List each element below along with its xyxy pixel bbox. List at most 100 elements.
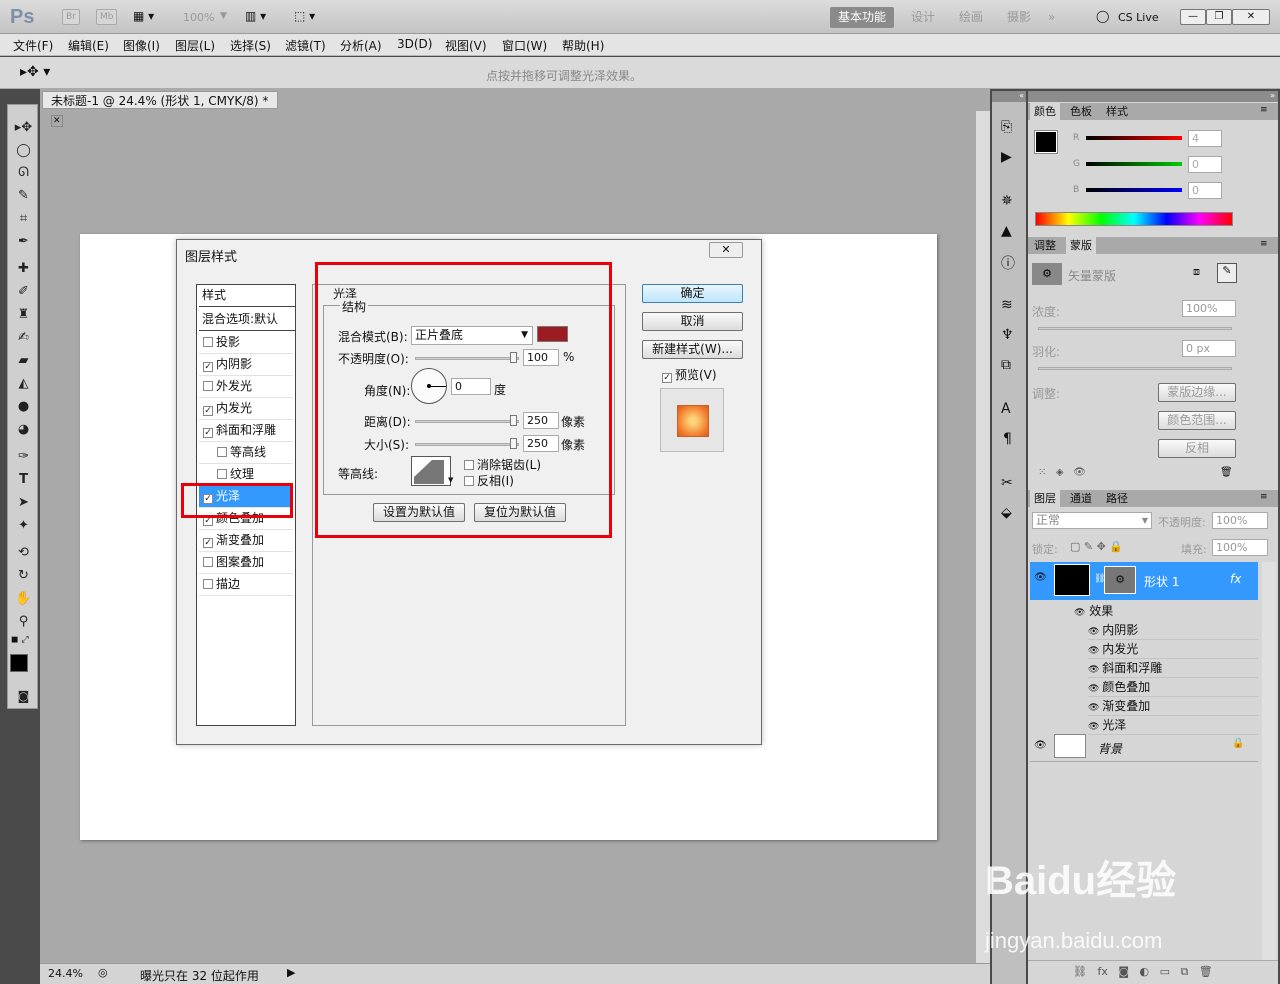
history-brush-icon[interactable]: ✍ [8,327,39,349]
menu-analysis[interactable]: 分析(A) [340,37,382,54]
brush-presets-icon[interactable]: ≋ [1001,297,1013,313]
path-select-icon[interactable]: ➤ [8,492,39,514]
style-item[interactable]: 描边 [199,574,293,596]
bridge-button[interactable]: Br [62,9,80,25]
blending-options-item[interactable]: 混合选项:默认 [199,309,295,331]
visibility-eye-icon[interactable]: 👁 [1034,572,1047,583]
preview-checkbox-box[interactable]: ✓ [662,373,672,383]
workspace-more[interactable]: » [1040,7,1063,28]
healing-brush-icon[interactable]: ✚ [8,258,39,280]
effect-eye-icon[interactable]: 👁 [1088,646,1102,656]
view-extras-button[interactable]: ▦ ▾ [133,9,154,23]
eraser-tool-icon[interactable]: ▰ [8,350,39,372]
tool-presets-icon[interactable]: ⧉ [1001,357,1011,373]
document-tab[interactable]: 未标题-1 @ 24.4% (形状 1, CMYK/8) * ✕ [42,91,278,127]
fill-input[interactable]: 100% [1212,539,1268,556]
style-item-checkbox[interactable] [203,381,213,391]
character-panel-icon[interactable]: A [1001,401,1011,417]
b-slider[interactable] [1086,188,1182,192]
history-panel-icon[interactable]: ⎘ [1001,119,1012,135]
workspace-design[interactable]: 设计 [903,7,943,28]
arrange-documents-button[interactable]: ▥ ▾ [245,9,266,23]
info-panel-icon[interactable]: ⓘ [1001,253,1015,273]
style-item[interactable]: 外发光 [199,376,293,398]
cancel-button[interactable]: 取消 [642,312,743,331]
fx-icon[interactable]: fx [1230,572,1241,586]
close-button[interactable]: ✕ [1232,9,1270,25]
zoom-level-select[interactable]: 100% [183,11,214,24]
menu-file[interactable]: 文件(F) [13,37,53,54]
effect-row[interactable]: 👁 渐变叠加 [1088,697,1258,716]
pen-tool-icon[interactable]: ✑ [8,446,39,468]
style-item[interactable]: 等高线 [199,442,293,464]
tab-swatches[interactable]: 色板 [1066,103,1096,120]
menu-view[interactable]: 视图(V) [445,37,487,54]
effects-eye-icon[interactable]: 👁 [1074,608,1085,618]
style-item[interactable]: ✓ 内阴影 [199,354,293,376]
density-input[interactable]: 100% [1182,300,1236,317]
dodge-tool-icon[interactable]: ◕ [8,419,39,441]
workspace-painting[interactable]: 绘画 [951,7,991,28]
style-item-checkbox[interactable]: ✓ [203,406,213,416]
brush-tool-icon[interactable]: ✐ [8,281,39,303]
effect-row[interactable]: 👁 斜面和浮雕 [1088,659,1258,678]
histogram-panel-icon[interactable]: ▲ [1001,223,1012,239]
visibility-eye-icon[interactable]: 👁 [1034,740,1047,751]
pixel-mask-button[interactable]: ⧈ [1193,265,1211,283]
3d-rotate-icon[interactable]: ⟲ [8,542,39,564]
layer-opacity-input[interactable]: 100% [1212,512,1268,529]
density-slider[interactable] [1038,327,1232,330]
type-tool-icon[interactable]: T [8,469,39,491]
g-slider[interactable] [1086,162,1182,166]
panel-menu-icon[interactable]: ≡ [1260,105,1268,115]
lasso-tool-icon[interactable]: ᘏ [8,162,39,184]
mask-invert-button[interactable]: 反相 [1158,439,1236,458]
tab-paths[interactable]: 路径 [1102,490,1132,507]
style-item-checkbox[interactable] [217,469,227,479]
menu-help[interactable]: 帮助(H) [562,37,604,54]
r-input[interactable]: 4 [1188,130,1222,147]
color-ramp[interactable] [1035,212,1233,226]
navigator-panel-icon[interactable]: ✵ [1001,193,1013,209]
dialog-close-button[interactable]: ✕ [709,242,743,258]
hand-tool-icon[interactable]: ✋ [8,588,39,610]
foreground-color-swatch[interactable] [1034,130,1058,154]
eyedropper-tool-icon[interactable]: ✒ [8,231,39,253]
effects-row[interactable]: 👁 效果 [1074,602,1113,619]
zoom-readout[interactable]: 24.4% [48,967,83,980]
vertical-scrollbar[interactable] [976,111,990,963]
style-item-checkbox[interactable] [217,447,227,457]
menu-image[interactable]: 图像(I) [123,37,160,54]
new-style-button[interactable]: 新建样式(W)... [642,340,743,359]
collapse-icon[interactable]: « [992,91,1026,102]
shape-tool-icon[interactable]: ✦ [8,515,39,537]
effect-row[interactable]: 👁 内发光 [1088,640,1258,659]
quick-mask-icon[interactable]: ◙ [8,685,39,707]
tab-masks[interactable]: 蒙版 [1066,237,1096,254]
style-item[interactable]: ✓ 内发光 [199,398,293,420]
style-item-checkbox[interactable]: ✓ [203,362,213,372]
menu-3d[interactable]: 3D(D) [397,37,432,51]
crop-tool-icon[interactable]: ⌗ [8,208,39,230]
tab-color[interactable]: 颜色 [1030,103,1060,120]
clone-stamp-icon[interactable]: ♜ [8,304,39,326]
r-slider[interactable] [1086,136,1182,140]
move-tool-icon[interactable]: ▸✥ [8,117,39,139]
style-item-checkbox[interactable] [203,579,213,589]
tab-layers[interactable]: 图层 [1030,490,1060,507]
style-item-checkbox[interactable]: ✓ [203,538,213,548]
lock-icons[interactable]: ▢ ✎ ✥ 🔒 [1070,540,1123,553]
menu-edit[interactable]: 编辑(E) [68,37,109,54]
close-icon[interactable]: ✕ [51,115,63,127]
layer-blend-select[interactable]: 正常 ▼ [1032,512,1152,529]
foreground-color-swatch[interactable] [10,654,28,672]
effect-eye-icon[interactable]: 👁 [1088,722,1102,732]
mask-footer-icons[interactable]: ⁙ ◈ 👁 [1038,467,1086,478]
effect-eye-icon[interactable]: 👁 [1088,627,1102,637]
workspace-essentials[interactable]: 基本功能 [830,7,895,28]
style-item-checkbox[interactable] [203,337,213,347]
3d-scene-icon[interactable]: ⬙ [1001,505,1012,521]
marquee-tool-icon[interactable]: ◯ [8,140,39,162]
delete-mask-icon[interactable]: 🗑 [1220,467,1233,478]
quick-select-tool-icon[interactable]: ✎ [8,185,39,207]
